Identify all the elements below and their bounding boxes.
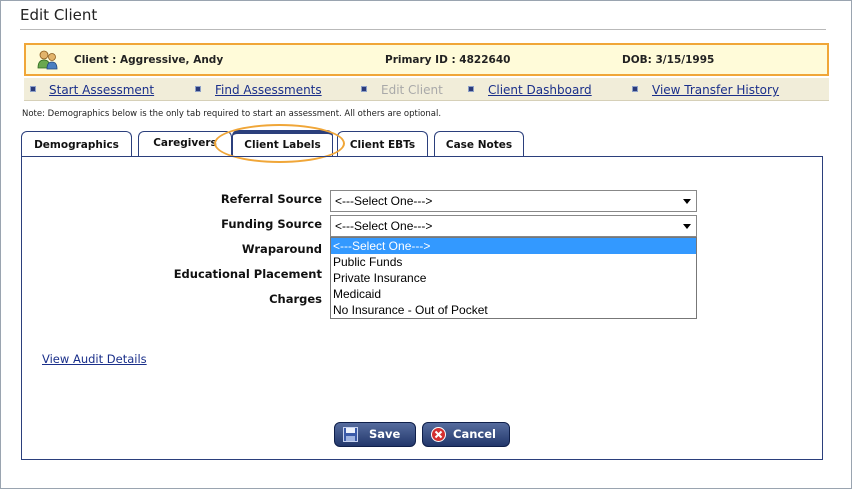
- nav-find-assessments[interactable]: Find Assessments: [215, 83, 322, 97]
- tab-client-ebts[interactable]: Client EBTs: [337, 131, 428, 156]
- nav-bullet-icon: [468, 86, 474, 92]
- title-divider: [20, 29, 826, 30]
- funding-source-label: Funding Source: [221, 217, 322, 231]
- client-name: Client : Aggressive, Andy: [74, 54, 224, 66]
- educational-placement-label: Educational Placement: [173, 267, 322, 281]
- nav-view-transfer-history[interactable]: View Transfer History: [652, 83, 779, 97]
- save-label: Save: [369, 427, 401, 441]
- cancel-icon: [431, 427, 446, 442]
- referral-source-select[interactable]: <---Select One--->: [330, 190, 697, 212]
- funding-source-dropdown-list: <---Select One---> Public Funds Private …: [330, 237, 697, 319]
- cancel-button[interactable]: Cancel: [422, 422, 510, 447]
- cancel-label: Cancel: [453, 427, 496, 441]
- view-audit-details-link[interactable]: View Audit Details: [42, 352, 147, 366]
- nav-start-assessment[interactable]: Start Assessment: [49, 83, 154, 97]
- client-primary-id: Primary ID : 4822640: [385, 54, 511, 66]
- nav-client-dashboard[interactable]: Client Dashboard: [488, 83, 592, 97]
- nav-bullet-icon: [195, 86, 201, 92]
- wraparound-label: Wraparound: [241, 242, 322, 256]
- client-nav-bar: Start Assessment Find Assessments Edit C…: [24, 78, 829, 101]
- people-icon: [37, 50, 58, 70]
- client-dob: DOB: 3/15/1995: [622, 54, 715, 66]
- dropdown-option[interactable]: <---Select One--->: [331, 238, 696, 254]
- dropdown-option[interactable]: Medicaid: [331, 286, 696, 302]
- nav-bullet-icon: [30, 86, 36, 92]
- dropdown-option[interactable]: Private Insurance: [331, 270, 696, 286]
- referral-source-value: <---Select One--->: [335, 194, 433, 208]
- page-title: Edit Client: [20, 6, 98, 24]
- dropdown-arrow-icon: [683, 224, 691, 229]
- dropdown-option[interactable]: No Insurance - Out of Pocket: [331, 302, 696, 318]
- tab-case-notes[interactable]: Case Notes: [434, 131, 524, 156]
- charges-label: Charges: [269, 292, 322, 306]
- save-button[interactable]: Save: [334, 422, 416, 447]
- nav-edit-client: Edit Client: [381, 83, 443, 97]
- nav-bullet-icon: [632, 86, 638, 92]
- nav-bullet-icon: [361, 86, 367, 92]
- funding-source-value: <---Select One--->: [335, 219, 433, 233]
- assessment-note: Note: Demographics below is the only tab…: [22, 109, 442, 119]
- dropdown-arrow-icon: [683, 199, 691, 204]
- referral-source-label: Referral Source: [220, 192, 322, 206]
- funding-source-select[interactable]: <---Select One--->: [330, 215, 697, 237]
- tab-demographics[interactable]: Demographics: [21, 131, 132, 156]
- save-icon: [343, 427, 358, 442]
- dropdown-option[interactable]: Public Funds: [331, 254, 696, 270]
- client-info-bar: Client : Aggressive, Andy Primary ID : 4…: [24, 43, 829, 76]
